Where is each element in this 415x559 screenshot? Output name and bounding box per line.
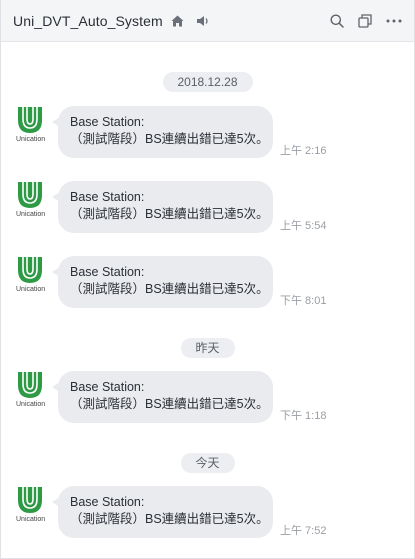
message-row: Unication Base Station: （測試階段）BS連續出錯已達5次…	[1, 181, 414, 235]
date-divider: 今天	[180, 453, 235, 473]
message-sender-line: Base Station:	[70, 265, 145, 279]
avatar[interactable]: Unication	[16, 371, 46, 411]
message-sender-line: Base Station:	[70, 380, 145, 394]
message-sender-line: Base Station:	[70, 495, 145, 509]
copy-icon[interactable]	[358, 13, 372, 28]
date-divider: 昨天	[180, 338, 235, 358]
chat-header: Uni_DVT_Auto_System	[1, 0, 414, 42]
search-icon[interactable]	[330, 14, 344, 28]
avatar[interactable]: Unication	[16, 106, 46, 146]
message-time: 上午 5:54	[280, 220, 327, 232]
message-bubble[interactable]: Base Station: （測試階段）BS連續出錯已達5次。	[52, 106, 273, 158]
avatar-label: Unication	[16, 211, 45, 218]
avatar[interactable]: Unication	[16, 256, 46, 296]
avatar[interactable]: Unication	[16, 486, 46, 526]
avatar-label: Unication	[16, 401, 45, 408]
speaker-icon[interactable]	[196, 15, 209, 27]
avatar-label: Unication	[16, 286, 45, 293]
message-list[interactable]: 2018.12.28 Unication Base Station: （測試階段…	[1, 43, 414, 558]
date-divider: 2018.12.28	[162, 72, 253, 92]
message-text: （測試階段）BS連續出錯已達5次。	[70, 207, 269, 221]
avatar-label: Unication	[16, 136, 45, 143]
message-text: （測試階段）BS連續出錯已達5次。	[70, 512, 269, 526]
message-bubble[interactable]: Base Station: （測試階段）BS連續出錯已達5次。	[52, 371, 273, 423]
chat-window: Uni_DVT_Auto_System 2018.12.28 Unication…	[0, 0, 415, 559]
message-time: 上午 2:16	[280, 145, 327, 157]
message-row: Unication Base Station: （測試階段）BS連續出錯已達5次…	[1, 486, 414, 540]
avatar-label: Unication	[16, 516, 45, 523]
message-text: （測試階段）BS連續出錯已達5次。	[70, 132, 269, 146]
message-time: 下午 8:01	[280, 295, 327, 307]
chat-title: Uni_DVT_Auto_System	[13, 12, 163, 29]
message-row: Unication Base Station: （測試階段）BS連續出錯已達5次…	[1, 106, 414, 160]
message-row: Unication Base Station: （測試階段）BS連續出錯已達5次…	[1, 371, 414, 425]
message-text: （測試階段）BS連續出錯已達5次。	[70, 397, 269, 411]
message-bubble[interactable]: Base Station: （測試階段）BS連續出錯已達5次。	[52, 486, 273, 538]
message-time: 下午 1:18	[280, 410, 327, 422]
message-bubble[interactable]: Base Station: （測試階段）BS連續出錯已達5次。	[52, 256, 273, 308]
home-icon[interactable]	[171, 15, 184, 27]
message-sender-line: Base Station:	[70, 115, 145, 129]
message-sender-line: Base Station:	[70, 190, 145, 204]
message-bubble[interactable]: Base Station: （測試階段）BS連續出錯已達5次。	[52, 181, 273, 233]
message-text: （測試階段）BS連續出錯已達5次。	[70, 282, 269, 296]
message-time: 上午 7:52	[280, 525, 327, 537]
more-icon[interactable]	[386, 19, 402, 23]
message-row: Unication Base Station: （測試階段）BS連續出錯已達5次…	[1, 256, 414, 310]
header-actions	[330, 13, 402, 28]
avatar[interactable]: Unication	[16, 181, 46, 221]
